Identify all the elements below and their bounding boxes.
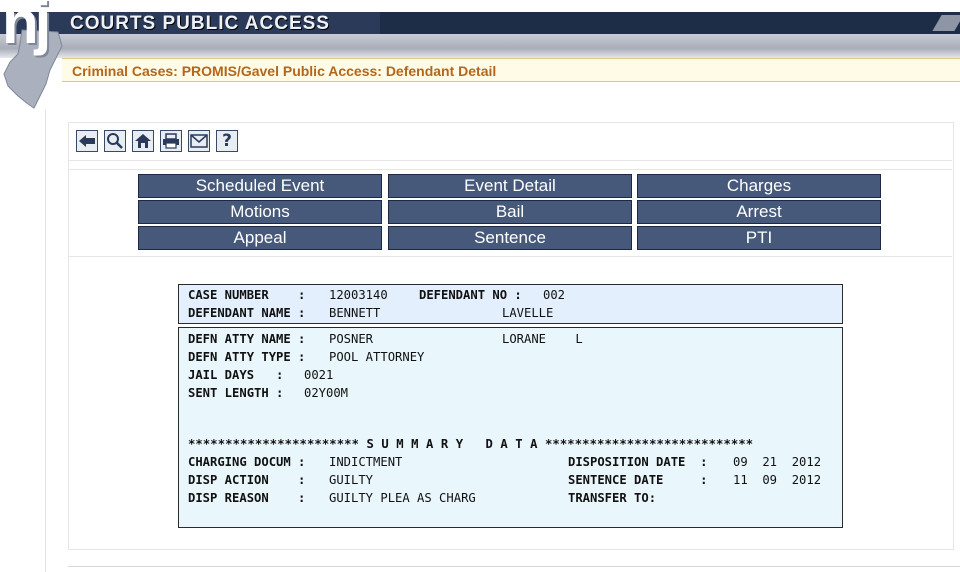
defn-atty-name-label: DEFN ATTY NAME :	[188, 332, 306, 346]
jail-days-value: 0021	[304, 368, 334, 382]
case-header-box: CASE NUMBER : 12003140 DEFENDANT NO : 00…	[178, 284, 843, 324]
defn-atty-first: LORANE L	[502, 332, 583, 346]
defendant-first-name: LAVELLE	[502, 306, 554, 320]
jail-days-label: JAIL DAYS :	[188, 368, 284, 382]
defn-atty-type-label: DEFN ATTY TYPE :	[188, 350, 306, 364]
disposition-date-label: DISPOSITION DATE :	[568, 455, 708, 469]
disposition-date-value: 09 21 2012	[733, 455, 822, 469]
case-number-label: CASE NUMBER :	[188, 288, 306, 302]
motions-button[interactable]: Motions	[138, 200, 382, 224]
defendant-no-label: DEFENDANT NO :	[419, 288, 522, 302]
case-number-value: 12003140	[329, 288, 388, 302]
header-banner: COURTS PUBLIC ACCESS	[0, 0, 960, 58]
appeal-button[interactable]: Appeal	[138, 226, 382, 250]
charges-button[interactable]: Charges	[637, 174, 881, 198]
disp-action-value: GUILTY	[329, 473, 374, 487]
transfer-to-label: TRANSFER TO:	[568, 491, 657, 505]
nj-logo[interactable]: nj	[0, 0, 70, 112]
toolbar-separator-2	[68, 169, 952, 170]
logo-text: nj	[2, 0, 51, 56]
sent-length-value: 02Y00M	[304, 386, 349, 400]
bottom-divider	[68, 566, 960, 567]
scheduled-event-button[interactable]: Scheduled Event	[138, 174, 382, 198]
print-icon[interactable]	[160, 130, 182, 152]
bail-button[interactable]: Bail	[388, 200, 632, 224]
disp-reason-value: GUILTY PLEA AS CHARG	[329, 491, 476, 505]
defendant-no-value: 002	[543, 288, 566, 302]
disp-reason-label: DISP REASON :	[188, 491, 306, 505]
summary-data-header: *********************** S U M M A R Y D …	[188, 437, 754, 451]
help-icon[interactable]: ?	[216, 130, 238, 152]
site-title: COURTS PUBLIC ACCESS	[70, 13, 330, 34]
breadcrumb: Criminal Cases: PROMIS/Gavel Public Acce…	[62, 58, 960, 82]
sent-length-label: SENT LENGTH :	[188, 386, 284, 400]
defendant-detail-box: DEFN ATTY NAME : POSNER LORANE L DEFN AT…	[178, 327, 843, 528]
sentence-date-value: 11 09 2012	[733, 473, 822, 487]
email-icon[interactable]	[188, 130, 210, 152]
sentence-button[interactable]: Sentence	[388, 226, 632, 250]
sentence-date-label: SENTENCE DATE :	[568, 473, 708, 487]
defn-atty-last: POSNER	[329, 332, 374, 346]
defendant-last-name: BENNETT	[329, 306, 381, 320]
defn-atty-type-value: POOL ATTORNEY	[329, 350, 425, 364]
back-arrow-icon[interactable]	[76, 130, 98, 152]
banner-dark-strip-right	[380, 12, 960, 34]
home-icon[interactable]	[132, 130, 154, 152]
charging-docum-label: CHARGING DOCUM :	[188, 455, 306, 469]
charging-docum-value: INDICTMENT	[329, 455, 403, 469]
event-detail-button[interactable]: Event Detail	[388, 174, 632, 198]
pti-button[interactable]: PTI	[637, 226, 881, 250]
breadcrumb-text: Criminal Cases: PROMIS/Gavel Public Acce…	[72, 63, 497, 79]
search-icon[interactable]	[104, 130, 126, 152]
banner-grey-strip	[0, 34, 960, 58]
defendant-name-label: DEFENDANT NAME :	[188, 306, 306, 320]
left-divider	[45, 110, 46, 572]
nav-separator	[68, 256, 952, 257]
toolbar-separator	[68, 160, 952, 161]
disp-action-label: DISP ACTION :	[188, 473, 306, 487]
arrest-button[interactable]: Arrest	[637, 200, 881, 224]
